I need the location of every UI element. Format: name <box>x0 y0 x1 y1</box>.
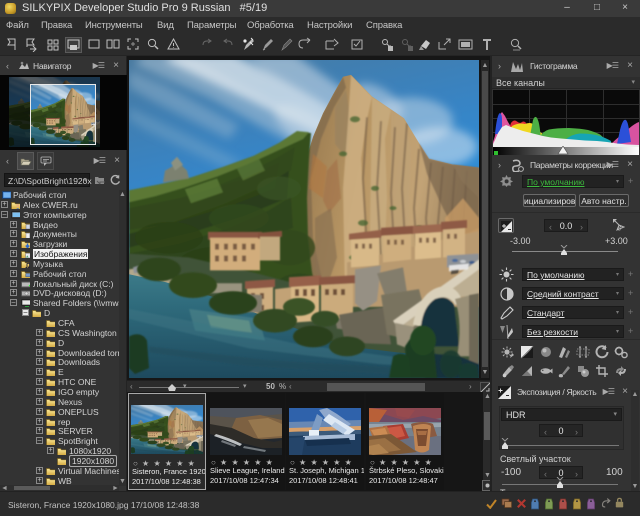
svg-text:b: b <box>618 227 621 232</box>
